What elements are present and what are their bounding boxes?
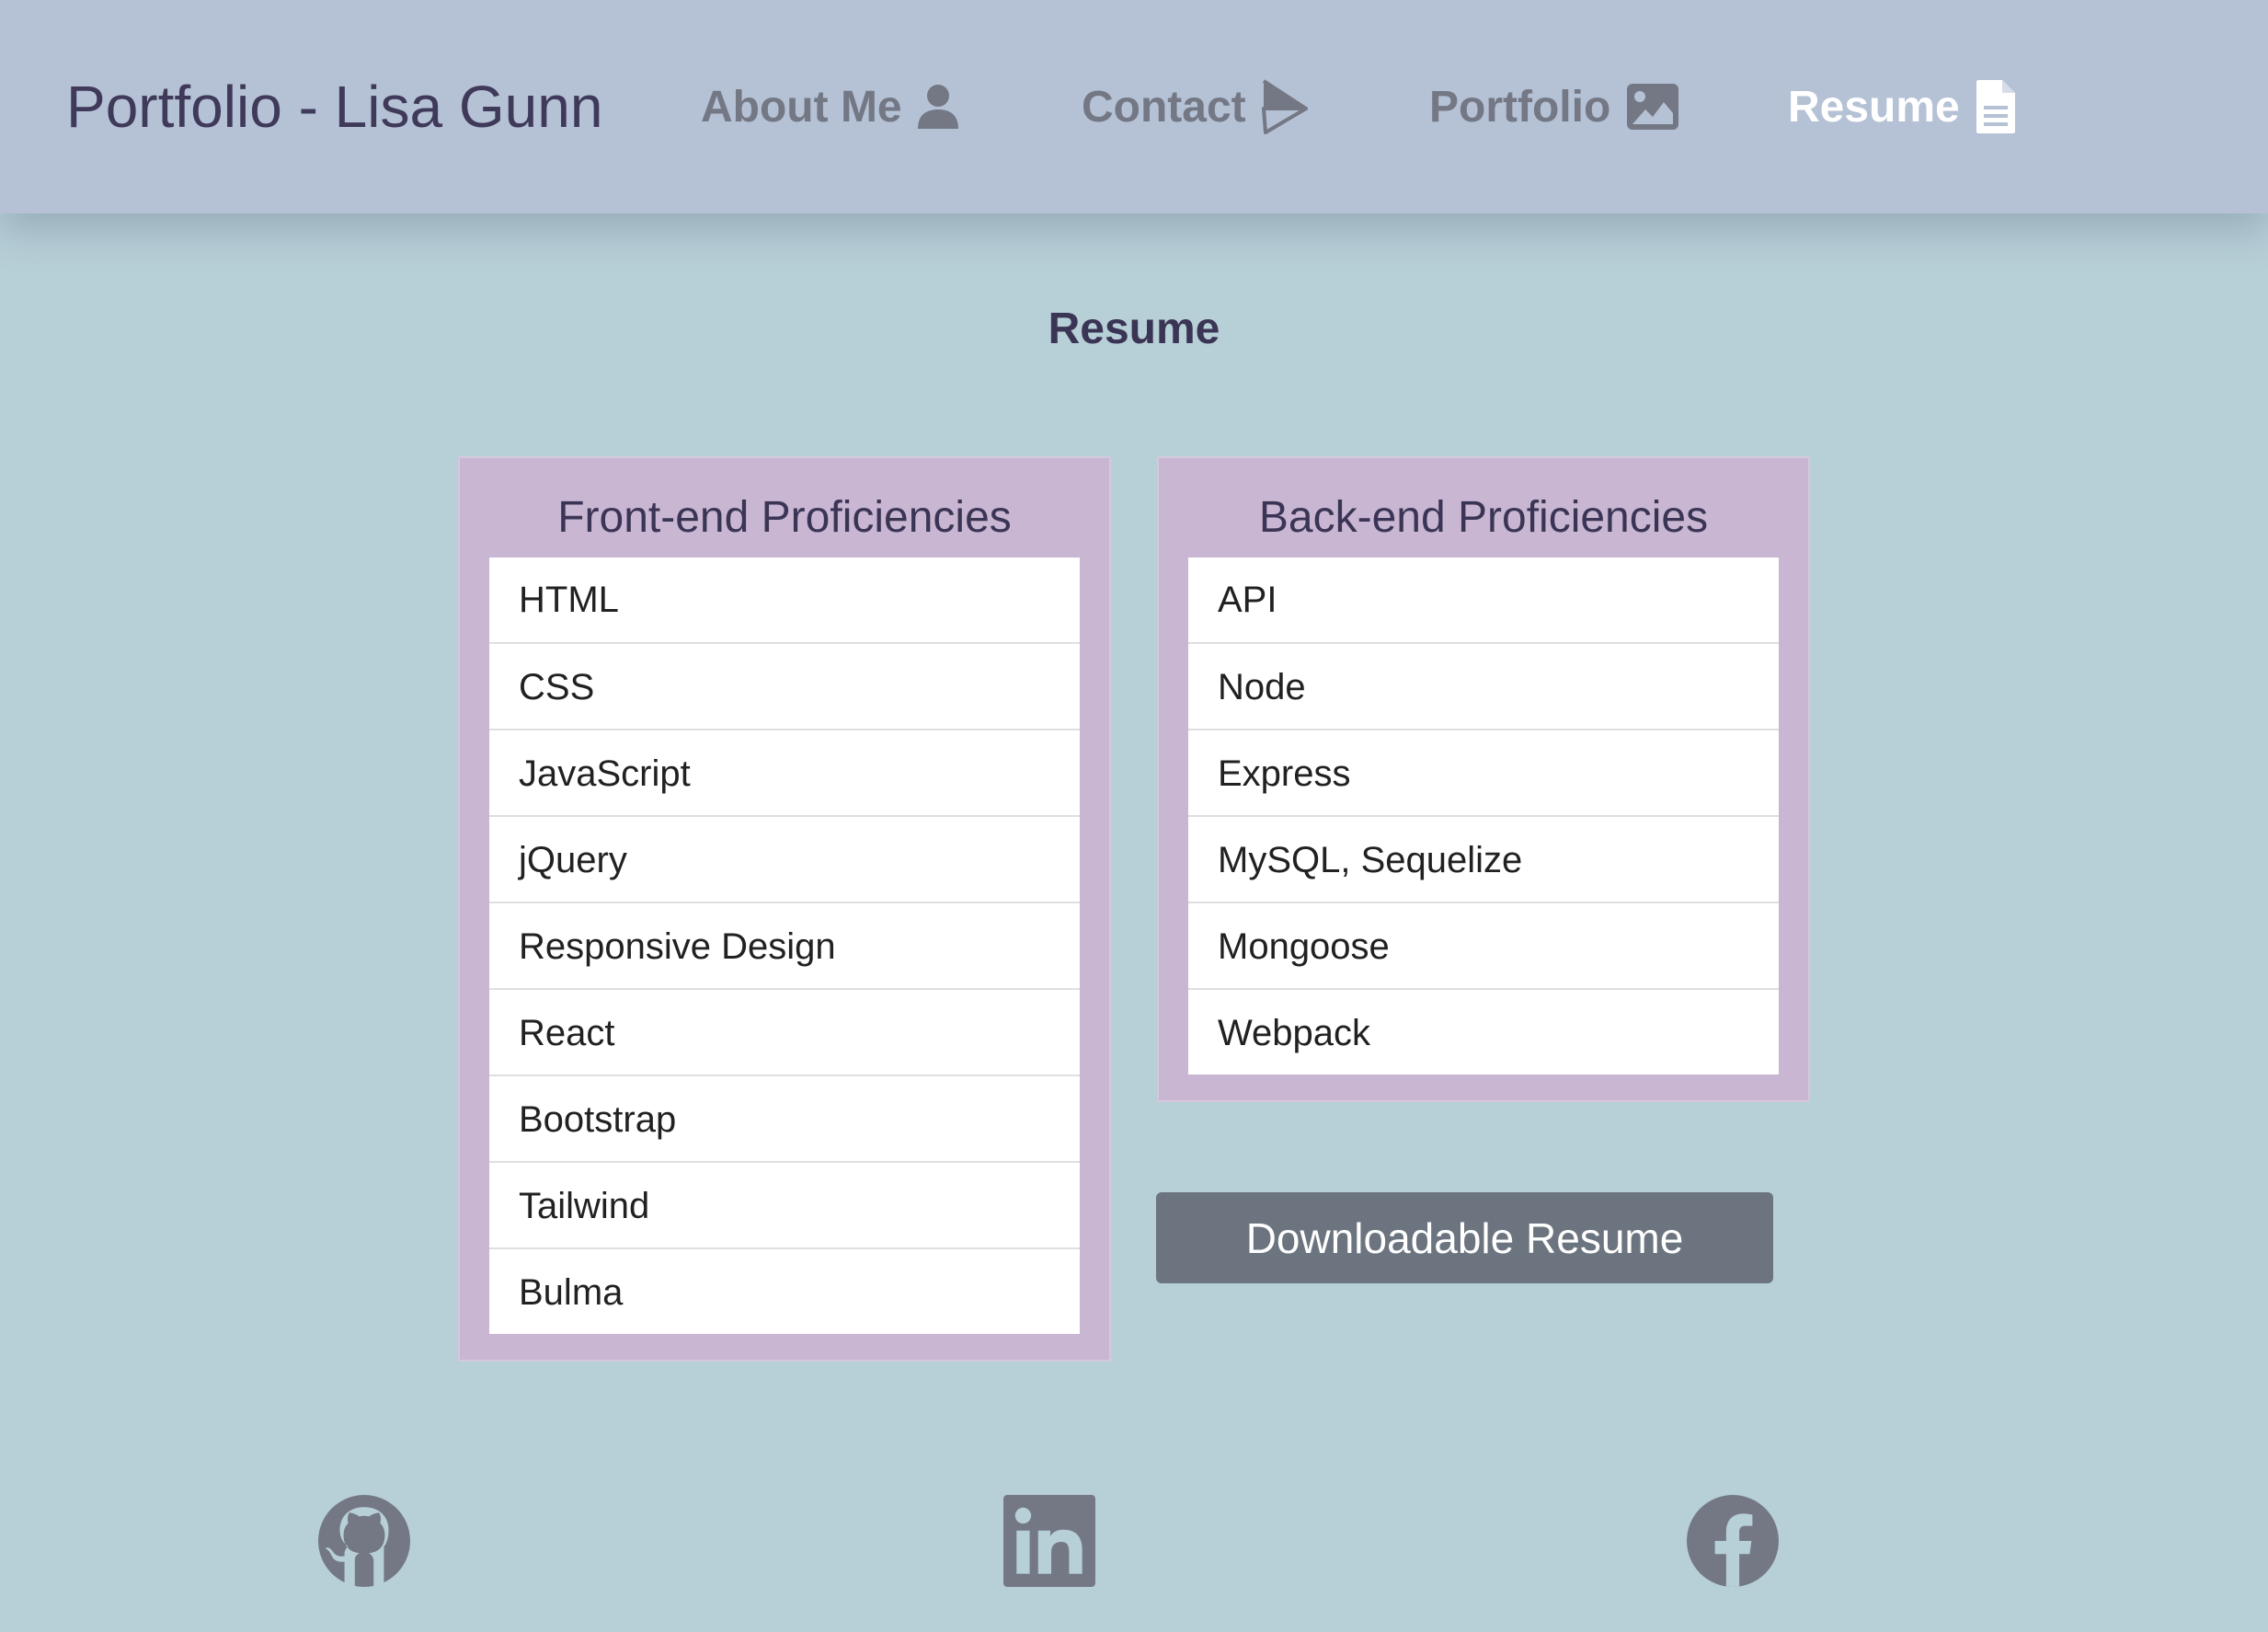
list-item: Responsive Design xyxy=(489,902,1080,988)
facebook-link[interactable] xyxy=(1686,1494,1780,1588)
list-item: CSS xyxy=(489,642,1080,729)
brand-title[interactable]: Portfolio - Lisa Gunn xyxy=(66,0,602,213)
linkedin-icon xyxy=(1003,1495,1095,1587)
nav-link-about-me[interactable]: About Me xyxy=(701,0,959,213)
nav-link-label: About Me xyxy=(701,82,902,132)
page-title: Resume xyxy=(1048,305,1220,353)
backend-skill-list: API Node Express MySQL, Sequelize Mongoo… xyxy=(1188,557,1779,1075)
list-item: Mongoose xyxy=(1188,902,1779,988)
list-item: Node xyxy=(1188,642,1779,729)
linkedin-link[interactable] xyxy=(1002,1494,1096,1588)
list-item: HTML xyxy=(519,580,619,620)
list-item: MySQL, Sequelize xyxy=(1188,815,1779,902)
paper-plane-icon xyxy=(1261,79,1308,134)
facebook-icon xyxy=(1687,1495,1779,1587)
list-item: API xyxy=(1218,580,1277,620)
list-item: Bulma xyxy=(489,1247,1080,1334)
file-icon xyxy=(1976,80,2015,133)
list-item: JavaScript xyxy=(489,729,1080,815)
list-item: jQuery xyxy=(489,815,1080,902)
backend-card-title: Back-end Proficiencies xyxy=(1258,493,1709,542)
navbar: Portfolio - Lisa Gunn About Me Contact P… xyxy=(0,0,2268,213)
nav-link-resume[interactable]: Resume xyxy=(1788,0,2017,213)
nav-link-label: Resume xyxy=(1788,82,1960,132)
github-icon xyxy=(318,1495,410,1587)
list-item: Express xyxy=(1188,729,1779,815)
nav-link-label: Portfolio xyxy=(1429,82,1611,132)
list-item: Tailwind xyxy=(489,1161,1080,1247)
user-icon xyxy=(917,85,958,129)
image-icon xyxy=(1627,84,1679,130)
list-item: Webpack xyxy=(1188,988,1779,1075)
downloadable-resume-button[interactable]: Downloadable Resume xyxy=(1156,1192,1773,1283)
frontend-card-title: Front-end Proficiencies xyxy=(557,493,1012,542)
frontend-skill-list: HTML CSS JavaScript jQuery Responsive De… xyxy=(489,557,1080,1334)
nav-link-contact[interactable]: Contact xyxy=(1082,0,1309,213)
nav-link-label: Contact xyxy=(1082,82,1246,132)
nav-link-portfolio[interactable]: Portfolio xyxy=(1429,0,1680,213)
backend-proficiencies-card: Back-end Proficiencies API Node Express … xyxy=(1157,456,1810,1102)
github-link[interactable] xyxy=(317,1494,411,1588)
list-item: Bootstrap xyxy=(489,1075,1080,1161)
frontend-proficiencies-card: Front-end Proficiencies HTML CSS JavaScr… xyxy=(458,456,1111,1362)
list-item: React xyxy=(489,988,1080,1075)
